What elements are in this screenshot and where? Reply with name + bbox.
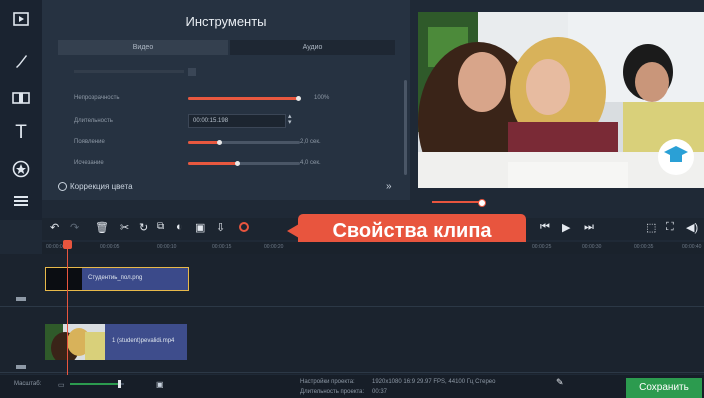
color-correction-row[interactable]: Коррекция цвета (58, 182, 133, 192)
video-preview (418, 12, 704, 188)
export-frame-icon[interactable]: ⬚ (646, 221, 656, 234)
audio-properties-icon[interactable]: ⇩ (216, 221, 225, 234)
fade-out-label: Исчезание (74, 160, 104, 166)
clip-properties-icon[interactable] (238, 221, 250, 236)
track-handle-icon[interactable] (16, 297, 26, 301)
ruler-tick: 00:00:40 (682, 244, 702, 250)
volume-icon[interactable]: ◀) (686, 221, 698, 234)
clip-icon[interactable] (10, 87, 32, 109)
tools-panel: Инструменты Видео Аудио Непрозрачность 1… (42, 0, 410, 200)
project-settings-value: 1920x1080 16:9 29.97 FPS, 44100 Гц Стере… (372, 379, 496, 385)
fullscreen-icon[interactable]: ⛶ (666, 221, 674, 234)
opacity-handle[interactable] (296, 96, 301, 101)
title-clip-thumbnail (46, 268, 82, 290)
fade-in-fill (188, 141, 220, 144)
preview-progress-bar[interactable] (418, 198, 704, 207)
opacity-value: 100% (314, 95, 330, 101)
duration-stepper[interactable]: ▴ ▾ (288, 113, 292, 126)
undo-icon[interactable]: ↶ (50, 221, 59, 234)
expand-chevron-icon[interactable]: » (386, 181, 392, 192)
tab-audio[interactable]: Аудио (230, 40, 395, 55)
track-divider (0, 306, 704, 307)
preview-image (418, 12, 704, 188)
duration-label: Длительность (74, 118, 113, 124)
media-icon[interactable] (10, 8, 32, 30)
tab-video[interactable]: Видео (58, 40, 228, 55)
prev-frame-icon[interactable]: ⏮ (540, 221, 550, 234)
track-divider (0, 372, 704, 373)
ruler-tick: 00:00:05 (100, 244, 120, 250)
menu-icon[interactable] (10, 190, 32, 212)
play-icon[interactable]: ▶ (562, 221, 570, 234)
ruler-tick: 00:00:10 (157, 244, 177, 250)
redo-icon[interactable]: ↷ (70, 221, 79, 234)
ruler-tick: 00:00:15 (212, 244, 232, 250)
project-settings-label: Настройки проекта: (300, 379, 355, 385)
color-adjust-icon[interactable]: ◐ (176, 221, 183, 233)
playhead[interactable] (67, 240, 68, 375)
scale-label: Масштаб: (14, 381, 42, 387)
fade-in-value: 2,0 сек. (300, 139, 321, 145)
sticker-icon[interactable] (10, 158, 32, 180)
preview-progress-handle[interactable] (478, 199, 486, 207)
scale-slider-handle[interactable] (118, 380, 121, 388)
fade-out-value: 4,0 сек. (300, 160, 321, 166)
cut-icon[interactable]: ✂ (120, 221, 129, 234)
ruler-tick: 00:00:30 (582, 244, 602, 250)
fade-out-fill (188, 162, 238, 165)
text-icon[interactable]: T (10, 122, 32, 144)
video-editor-window: T Инструменты Видео Аудио Непрозрачность… (0, 0, 704, 398)
fade-in-label: Появление (74, 139, 105, 145)
tools-title: Инструменты (185, 14, 267, 29)
screen-icon[interactable]: ▣ (156, 380, 164, 389)
panel-scrollbar[interactable] (404, 80, 407, 175)
save-button[interactable]: Сохранить (626, 378, 702, 398)
left-icon-bar: T (0, 0, 42, 220)
project-duration-label: Длительность проекта: (300, 389, 365, 395)
image-icon[interactable]: ▣ (195, 221, 205, 234)
faded-row (74, 70, 184, 73)
radio-icon (58, 182, 67, 192)
brush-icon[interactable] (10, 50, 32, 72)
ruler-tick: 00:00:25 (532, 244, 552, 250)
video-clip-label: 1 (student)pevalidi.mp4 (112, 338, 175, 344)
track-handle-icon[interactable] (16, 365, 26, 369)
fade-out-handle[interactable] (235, 161, 240, 166)
opacity-fill (188, 97, 298, 100)
crop-icon[interactable]: ⧉ (157, 221, 164, 232)
rotate-icon[interactable]: ↻ (139, 221, 148, 234)
delete-icon[interactable]: 🗑 (95, 221, 109, 234)
timeline-ruler[interactable]: 00:00:00 00:00:05 00:00:10 00:00:15 00:0… (42, 242, 704, 254)
ruler-tick: 00:00:35 (634, 244, 654, 250)
video-clip-thumbnail (45, 324, 105, 364)
fade-in-handle[interactable] (217, 140, 222, 145)
project-duration-value: 00:37 (372, 389, 388, 395)
zoom-out-icon[interactable]: ▭ (58, 381, 65, 389)
edit-pencil-icon[interactable]: ✎ (556, 377, 564, 388)
opacity-label: Непрозрачность (74, 95, 120, 101)
preview-progress-fill (432, 201, 482, 203)
title-clip-label: Студентиь_пол.png (88, 275, 143, 281)
faded-checkbox (188, 68, 196, 76)
scale-slider-fill (70, 383, 120, 385)
duration-input[interactable]: 00:00:15.198 (188, 114, 286, 128)
ruler-tick: 00:00:20 (264, 244, 284, 250)
next-frame-icon[interactable]: ⏭ (584, 221, 594, 234)
color-correction-label: Коррекция цвета (70, 182, 133, 191)
